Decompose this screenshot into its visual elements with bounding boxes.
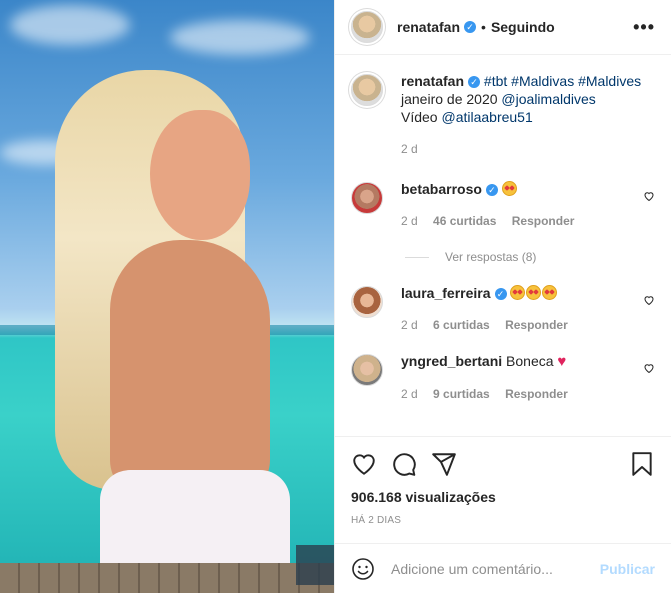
comment-time: 2 d [401, 318, 418, 332]
save-bookmark-icon[interactable] [629, 451, 655, 477]
comment-body: laura_ferreira ✓ 2 d 6 curtidas Responder [401, 284, 580, 334]
comment-username[interactable]: yngred_bertani [401, 353, 502, 369]
share-direct-icon[interactable] [431, 451, 457, 477]
commenter-avatar[interactable] [351, 182, 383, 214]
comment: laura_ferreira ✓ 2 d 6 curtidas Responder [351, 284, 655, 334]
verified-badge-icon: ✓ [468, 76, 481, 88]
author-username[interactable]: renatafan [397, 19, 460, 35]
add-comment-bar: Publicar [335, 543, 671, 593]
comment: yngred_bertani Boneca ♥ 2 d 9 curtidas R… [351, 352, 655, 403]
comment-meta: 2 d 46 curtidas Responder [401, 212, 586, 230]
star-eyes-emoji-icon [542, 285, 558, 300]
caption-body: renatafan ✓ #tbt #Maldivas #Maldives jane… [401, 72, 641, 158]
like-comment-heart-icon[interactable] [643, 362, 655, 374]
view-replies-label: Ver respostas (8) [445, 250, 537, 264]
wooden-deck [0, 563, 334, 593]
views-count[interactable]: 906.168 visualizações [351, 489, 655, 505]
verified-badge-icon: ✓ [485, 184, 498, 196]
reply-button[interactable]: Responder [505, 387, 568, 401]
post-time-ago[interactable]: HÁ 2 DIAS [351, 515, 655, 526]
like-comment-heart-icon[interactable] [643, 190, 655, 202]
deck-chair [296, 545, 334, 585]
comment-username[interactable]: betabarroso [401, 181, 482, 197]
caption-text: Vídeo [401, 109, 438, 125]
comment: betabarroso ✓ 2 d 46 curtidas Responder [351, 180, 655, 230]
view-replies-button[interactable]: Ver respostas (8) [405, 250, 655, 264]
cloud [170, 20, 310, 55]
comment-bubble-icon[interactable] [391, 451, 417, 477]
post-actions: 906.168 visualizações HÁ 2 DIAS [335, 436, 671, 526]
commenter-avatar[interactable] [351, 286, 383, 318]
comment-likes[interactable]: 6 curtidas [433, 318, 490, 332]
verified-badge-icon: ✓ [494, 288, 507, 300]
caption-username[interactable]: renatafan [401, 73, 464, 89]
more-options-icon[interactable]: ••• [633, 17, 655, 38]
face [150, 110, 250, 240]
caption-time: 2 d [401, 142, 418, 156]
comment-time: 2 d [401, 387, 418, 401]
following-button[interactable]: Seguindo [491, 19, 555, 35]
comment-username[interactable]: laura_ferreira [401, 285, 491, 301]
mention-link[interactable]: @atilaabreu51 [441, 109, 532, 125]
red-heart-emoji-icon: ♥ [557, 353, 567, 370]
like-comment-heart-icon[interactable] [643, 294, 655, 306]
person [110, 240, 270, 500]
post-header: renatafan ✓ • Seguindo ••• [335, 0, 671, 55]
emoji-smile-icon[interactable] [351, 557, 375, 581]
reply-button[interactable]: Responder [505, 318, 568, 332]
cloud [10, 5, 130, 45]
comment-input[interactable] [391, 560, 600, 577]
comment-text: Boneca [506, 353, 554, 369]
publish-button[interactable]: Publicar [600, 561, 655, 577]
caption-hashtags[interactable]: #tbt #Maldivas #Maldives [484, 73, 641, 89]
comment-time: 2 d [401, 214, 418, 228]
comment-body: yngred_bertani Boneca ♥ 2 d 9 curtidas R… [401, 352, 580, 403]
reply-button[interactable]: Responder [512, 214, 575, 228]
commenter-avatar[interactable] [351, 354, 383, 386]
comment-body: betabarroso ✓ 2 d 46 curtidas Responder [401, 180, 586, 230]
like-heart-icon[interactable] [351, 451, 377, 477]
star-eyes-emoji-icon [526, 285, 542, 300]
caption-avatar[interactable] [351, 74, 383, 106]
caption-meta: 2 d [401, 140, 641, 158]
comments-list[interactable]: renatafan ✓ #tbt #Maldivas #Maldives jane… [335, 56, 671, 436]
comment-likes[interactable]: 46 curtidas [433, 214, 496, 228]
post-video[interactable] [0, 0, 334, 593]
post-side-panel: renatafan ✓ • Seguindo ••• renatafan ✓ #t… [334, 0, 671, 593]
comment-meta: 2 d 6 curtidas Responder [401, 316, 580, 334]
verified-badge-icon: ✓ [464, 21, 477, 33]
action-icons [351, 451, 655, 477]
star-eyes-emoji-icon [510, 285, 526, 300]
post: renatafan ✓ • Seguindo ••• renatafan ✓ #t… [0, 0, 671, 593]
author-avatar[interactable] [351, 11, 383, 43]
mention-link[interactable]: @joalimaldives [501, 91, 595, 107]
replies-line [405, 256, 429, 258]
separator: • [481, 19, 486, 35]
comment-meta: 2 d 9 curtidas Responder [401, 385, 580, 403]
comment-likes[interactable]: 9 curtidas [433, 387, 490, 401]
caption: renatafan ✓ #tbt #Maldivas #Maldives jane… [351, 72, 655, 158]
caption-text: janeiro de 2020 [401, 91, 498, 107]
star-eyes-emoji-icon [501, 181, 517, 196]
